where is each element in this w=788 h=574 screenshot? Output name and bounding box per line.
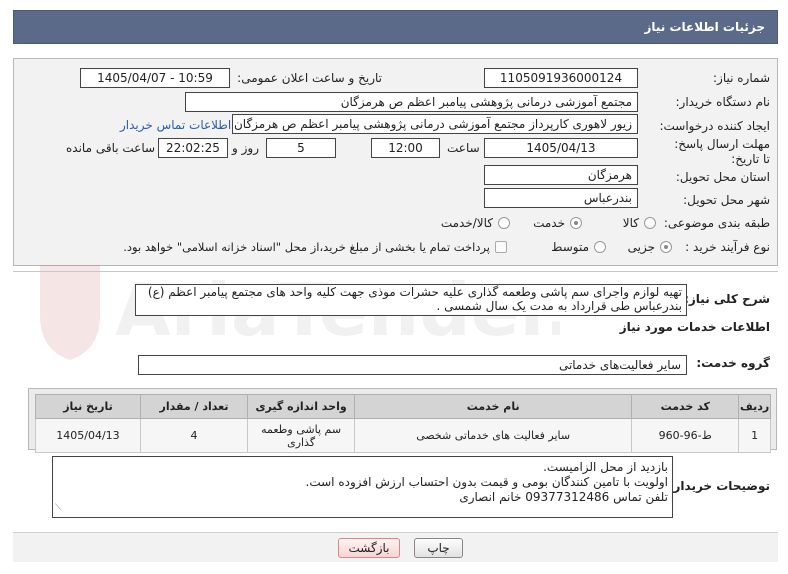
back-button[interactable]: بازگشت: [338, 538, 400, 558]
category-goods-service-radio[interactable]: [498, 217, 510, 229]
category-option-goods[interactable]: کالا: [596, 216, 656, 231]
col-service-name: نام خدمت: [354, 394, 633, 419]
purchase-minor-radio[interactable]: [660, 241, 672, 253]
buyer-contact-link[interactable]: اطلاعات تماس خریدار: [120, 118, 231, 132]
buyer-notes-label: توضیحات خریدار:: [668, 479, 770, 493]
category-option-service[interactable]: خدمت: [520, 216, 582, 231]
treasury-payment-checkbox[interactable]: [495, 241, 507, 253]
category-label: طبقه بندی موضوعی:: [663, 216, 770, 230]
need-number-label: شماره نیاز:: [713, 71, 770, 85]
city-label: شهر محل تحویل:: [683, 193, 770, 207]
category-goods-label: کالا: [622, 216, 639, 230]
treasury-payment-note: پرداخت تمام یا بخشی از مبلغ خرید،از محل …: [123, 240, 490, 254]
deadline-label: مهلت ارسال پاسخ: تا تاریخ:: [674, 137, 770, 166]
col-row: ردیف: [738, 394, 771, 419]
table-row: 1 ط-96-960 سایر فعالیت های خدماتی شخصی س…: [35, 418, 771, 453]
cell-need-date: 1405/04/13: [35, 418, 141, 453]
purchase-type-option-minor[interactable]: جزیی: [620, 240, 672, 255]
col-quantity: تعداد / مقدار: [139, 394, 249, 419]
services-table-panel: ردیف کد خدمت نام خدمت واحد اندازه گیری ت…: [28, 388, 777, 453]
buyer-notes-line-1: بازدید از محل الزامیست.: [543, 460, 668, 474]
col-unit: واحد اندازه گیری: [247, 394, 356, 419]
service-group-label: گروه خدمت:: [696, 356, 770, 370]
col-service-code: کد خدمت: [631, 394, 740, 419]
col-need-date: تاریخ نیاز: [35, 394, 141, 419]
watermark-shield-icon: [40, 265, 100, 360]
section-divider: [13, 271, 778, 272]
announce-datetime-label: تاریخ و ساعت اعلان عمومی:: [237, 71, 382, 85]
need-info-panel: [13, 58, 778, 266]
deadline-date-field: 1405/04/13: [484, 138, 638, 158]
buyer-org-label: نام دستگاه خریدار:: [675, 95, 771, 109]
print-button[interactable]: چاپ: [414, 538, 463, 558]
city-field: بندرعباس: [484, 188, 638, 208]
category-option-goods-service[interactable]: کالا/خدمت: [430, 216, 510, 231]
cell-service-code: ط-96-960: [631, 418, 740, 453]
cell-unit: سم پاشی وطعمه گذاری: [247, 418, 356, 453]
buyer-notes-line-2: اولویت با تامین کنندگان بومی و قیمت بدون…: [305, 475, 668, 489]
deadline-time-label: ساعت: [447, 141, 480, 155]
category-goods-radio[interactable]: [644, 217, 656, 229]
description-label: شرح کلی نیاز:: [684, 292, 770, 306]
purchase-medium-label: متوسط: [551, 240, 589, 254]
deadline-time-field: 12:00: [371, 138, 440, 158]
deadline-days-label: روز و: [232, 141, 259, 155]
cell-service-name: سایر فعالیت های خدماتی شخصی: [354, 418, 633, 453]
page-header: جزئیات اطلاعات نیاز: [13, 10, 778, 44]
page-title: جزئیات اطلاعات نیاز: [644, 20, 765, 34]
announce-datetime-field: 1405/04/07 - 10:59: [80, 68, 230, 88]
category-service-label: خدمت: [533, 216, 565, 230]
services-info-title: اطلاعات خدمات مورد نیاز: [619, 320, 770, 334]
services-table-header: ردیف کد خدمت نام خدمت واحد اندازه گیری ت…: [35, 394, 771, 419]
category-service-radio[interactable]: [570, 217, 582, 229]
purchase-type-label: نوع فرآیند خرید :: [685, 240, 770, 254]
cell-row: 1: [738, 418, 771, 453]
purchase-medium-radio[interactable]: [594, 241, 606, 253]
buyer-notes-line-3: تلفن تماس 09377312486 خانم انصاری: [459, 490, 668, 504]
service-group-field: سایر فعالیت‌های خدماتی: [138, 355, 687, 375]
remaining-time-label: ساعت باقی مانده: [66, 141, 156, 155]
need-number-field: 1105091936000124: [484, 68, 638, 88]
category-goods-service-label: کالا/خدمت: [440, 216, 493, 230]
province-label: استان محل تحویل:: [675, 170, 770, 184]
province-field: هرمزگان: [484, 165, 638, 185]
purchase-type-option-medium[interactable]: متوسط: [540, 240, 606, 255]
deadline-days-field: 5: [266, 138, 336, 158]
services-table: ردیف کد خدمت نام خدمت واحد اندازه گیری ت…: [35, 394, 771, 453]
requester-field: زیور لاهوری کارپرداز مجتمع آموزشی درمانی…: [232, 114, 638, 134]
description-line-1: تهیه لوازم واجرای سم پاشی وطعمه گذاری عل…: [147, 285, 682, 299]
resize-grip-icon[interactable]: ⟋: [55, 501, 61, 516]
description-field: تهیه لوازم واجرای سم پاشی وطعمه گذاری عل…: [135, 284, 687, 316]
cell-quantity: 4: [139, 418, 249, 453]
buyer-org-field: مجتمع آموزشی درمانی پژوهشی پیامبر اعظم ص…: [185, 92, 638, 112]
purchase-minor-label: جزیی: [627, 240, 655, 254]
description-line-2: بندرعباس طی قرارداد به مدت یک سال شمسی .: [436, 299, 682, 313]
remaining-time-field: 22:02:25: [158, 138, 228, 158]
requester-label: ایجاد کننده درخواست:: [659, 119, 770, 133]
buyer-notes-field: بازدید از محل الزامیست. اولویت با تامین …: [52, 456, 673, 518]
